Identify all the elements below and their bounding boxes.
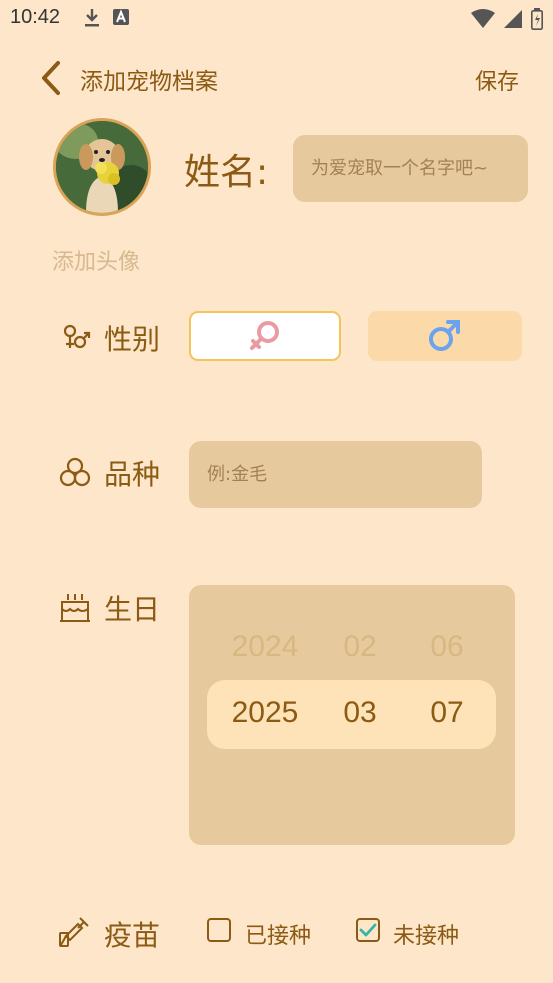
picker-month-prev[interactable]: 02	[315, 630, 405, 664]
status-time: 10:42	[10, 6, 61, 28]
back-button[interactable]	[38, 60, 68, 96]
vaccinated-checkbox[interactable]	[207, 918, 231, 942]
not-vaccinated-label[interactable]: 未接种	[393, 918, 459, 950]
gender-female-button[interactable]	[189, 311, 341, 361]
male-icon	[429, 320, 460, 351]
avatar-photo	[56, 121, 148, 213]
picker-year-prev[interactable]: 2024	[220, 630, 310, 664]
wifi-icon	[471, 9, 495, 33]
gender-icon	[58, 320, 92, 354]
birthday-cake-icon	[58, 590, 92, 624]
not-vaccinated-checkbox[interactable]	[356, 918, 380, 942]
syringe-icon	[58, 914, 92, 948]
download-icon	[84, 8, 100, 32]
picker-day-prev[interactable]: 06	[402, 630, 492, 664]
name-input[interactable]	[293, 135, 528, 202]
breed-input[interactable]	[189, 441, 482, 508]
avatar[interactable]	[53, 118, 151, 216]
breed-icon	[58, 455, 92, 489]
picker-day-selected[interactable]: 07	[402, 696, 492, 730]
female-icon	[250, 321, 279, 350]
check-icon	[359, 923, 377, 937]
vaccinated-label[interactable]: 已接种	[245, 918, 311, 950]
birthday-label: 生日	[104, 593, 161, 626]
page-title: 添加宠物档案	[80, 69, 218, 95]
picker-year-selected[interactable]: 2025	[220, 696, 310, 730]
breed-label: 品种	[104, 458, 161, 491]
gender-label: 性别	[104, 323, 161, 356]
picker-month-selected[interactable]: 03	[315, 696, 405, 730]
chevron-left-icon	[42, 61, 60, 95]
gender-male-button[interactable]	[368, 311, 522, 361]
app-notification-icon	[112, 8, 130, 32]
name-label: 姓名:	[184, 152, 269, 193]
battery-icon	[531, 8, 543, 34]
save-button[interactable]: 保存	[475, 64, 519, 96]
signal-icon	[503, 9, 523, 33]
add-avatar-label[interactable]: 添加头像	[52, 244, 140, 276]
status-right-icons	[471, 8, 543, 34]
status-left-icons	[84, 8, 130, 32]
vaccine-label: 疫苗	[104, 919, 161, 952]
